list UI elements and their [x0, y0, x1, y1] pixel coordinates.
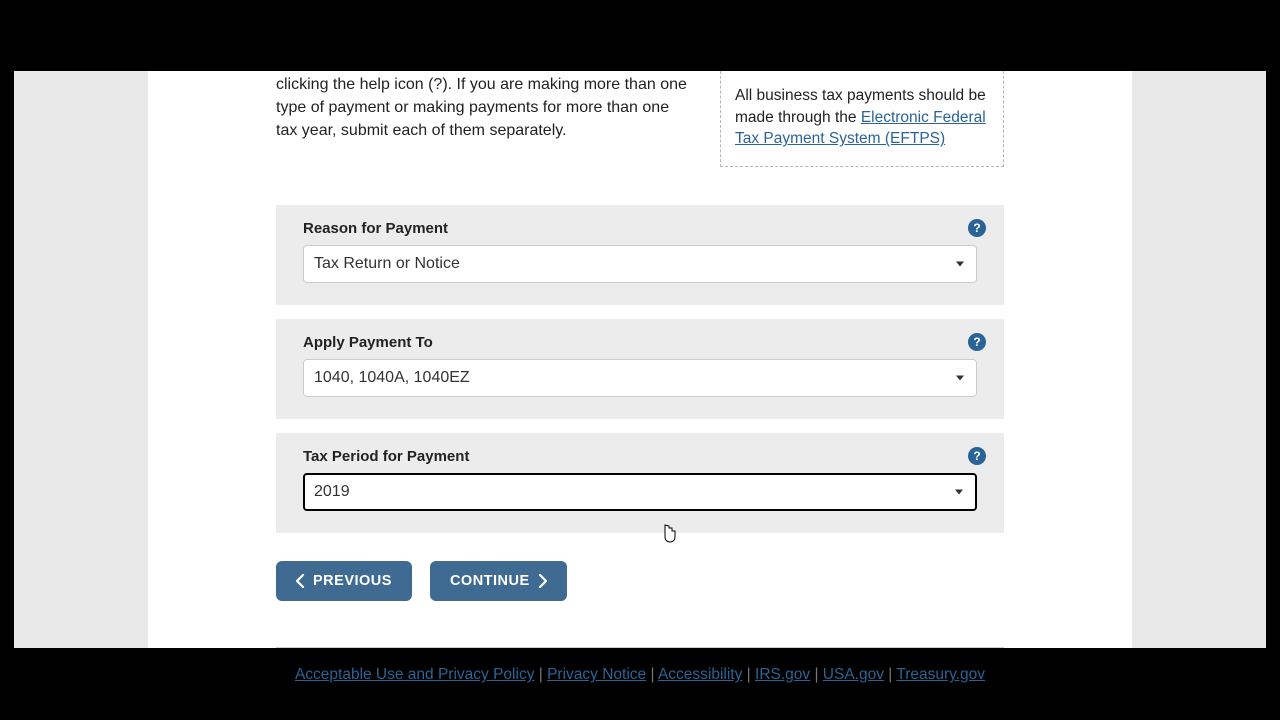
intro-text: clicking the help icon (?). If you are m…: [276, 71, 690, 143]
footer-link-privacy[interactable]: Privacy Notice: [547, 666, 646, 683]
period-select-value: 2019: [314, 483, 350, 501]
help-icon[interactable]: ?: [968, 219, 986, 237]
period-label: Tax Period for Payment: [303, 448, 977, 465]
payment-form: Reason for Payment ? Tax Return or Notic…: [276, 205, 1004, 533]
apply-select[interactable]: 1040, 1040A, 1040EZ: [303, 359, 977, 397]
footer-link-irs[interactable]: IRS.gov: [755, 666, 810, 683]
footer-link-usa[interactable]: USA.gov: [823, 666, 884, 683]
intro-block: clicking the help icon (?). If you are m…: [276, 71, 1004, 167]
chevron-down-icon: [955, 490, 963, 495]
previous-button-label: PREVIOUS: [313, 573, 392, 589]
apply-select-value: 1040, 1040A, 1040EZ: [314, 369, 470, 387]
chevron-right-icon: [538, 574, 547, 588]
footer-links: Acceptable Use and Privacy Policy | Priv…: [276, 647, 1004, 684]
footer-sep: |: [742, 666, 755, 683]
footer-sep: |: [810, 666, 823, 683]
business-payments-callout: All business tax payments should be made…: [720, 71, 1004, 167]
footer-link-treasury[interactable]: Treasury.gov: [896, 666, 985, 683]
page-card: clicking the help icon (?). If you are m…: [148, 71, 1132, 648]
reason-select[interactable]: Tax Return or Notice: [303, 245, 977, 283]
apply-label: Apply Payment To: [303, 334, 977, 351]
period-select[interactable]: 2019: [303, 473, 977, 511]
continue-button-label: CONTINUE: [450, 573, 530, 589]
help-icon[interactable]: ?: [968, 333, 986, 351]
footer-link-accessibility[interactable]: Accessibility: [658, 666, 742, 683]
previous-button[interactable]: PREVIOUS: [276, 561, 412, 601]
chevron-down-icon: [956, 376, 964, 381]
reason-label: Reason for Payment: [303, 220, 977, 237]
footer-sep: |: [534, 666, 547, 683]
footer-link-acceptable[interactable]: Acceptable Use and Privacy Policy: [295, 666, 535, 683]
help-icon[interactable]: ?: [968, 447, 986, 465]
chevron-down-icon: [956, 262, 964, 267]
footer-sep: |: [646, 666, 658, 683]
continue-button[interactable]: CONTINUE: [430, 561, 567, 601]
button-row: PREVIOUS CONTINUE: [276, 561, 1004, 601]
apply-payment-to-group: Apply Payment To ? 1040, 1040A, 1040EZ: [276, 319, 1004, 419]
chevron-left-icon: [296, 574, 305, 588]
footer-sep: |: [884, 666, 896, 683]
tax-period-group: Tax Period for Payment ? 2019: [276, 433, 1004, 533]
viewport: clicking the help icon (?). If you are m…: [14, 71, 1266, 648]
reason-select-value: Tax Return or Notice: [314, 255, 460, 273]
reason-for-payment-group: Reason for Payment ? Tax Return or Notic…: [276, 205, 1004, 305]
